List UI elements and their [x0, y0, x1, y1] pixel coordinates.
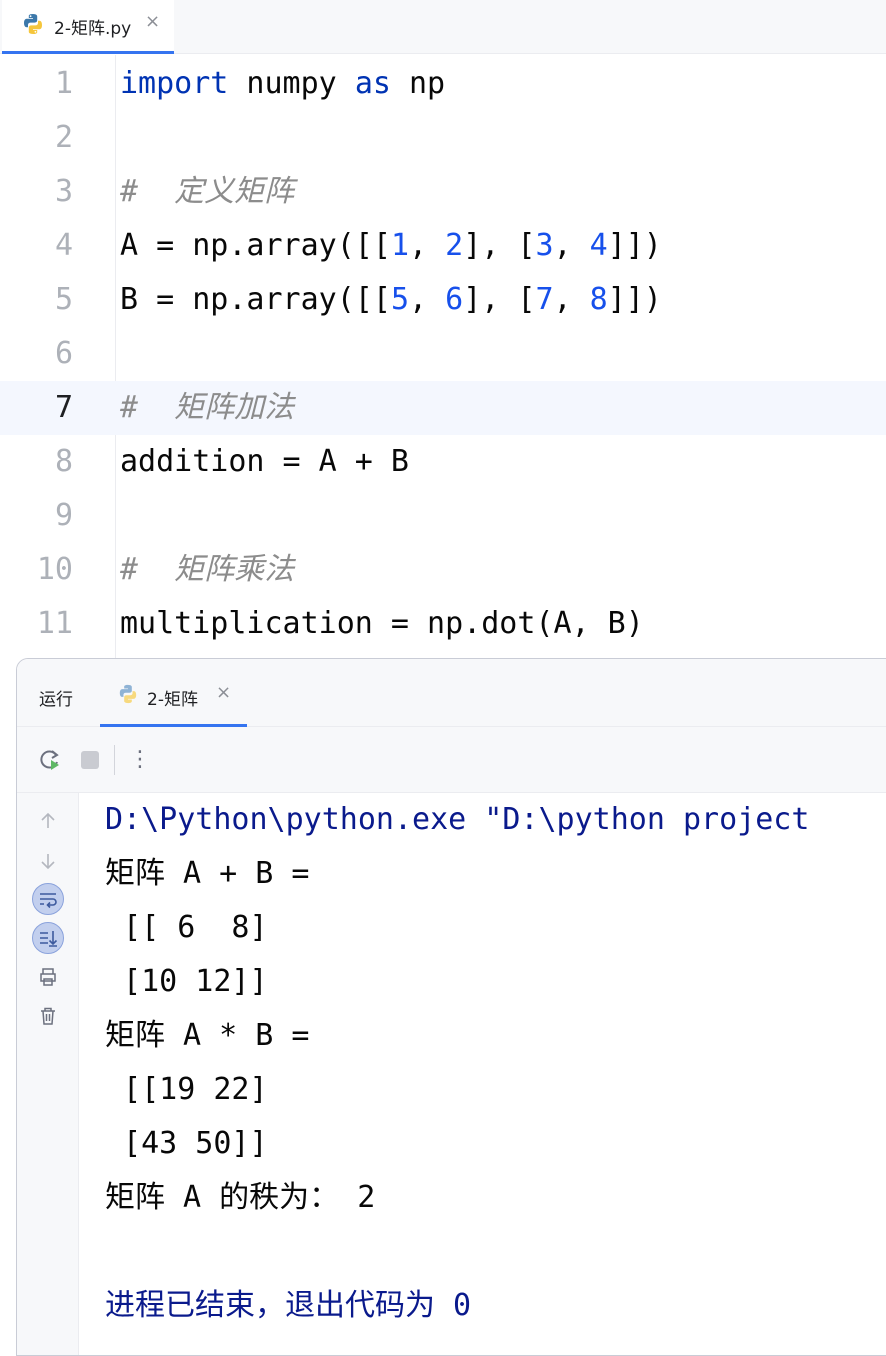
code-token: multiplication = np.dot(A, B) [120, 606, 644, 641]
code-token: 7 [535, 282, 554, 317]
code-token: 3 [535, 228, 554, 263]
code-token: 8 [589, 282, 608, 317]
more-options-icon[interactable]: ⋮ [129, 747, 151, 773]
code-token: # 矩阵乘法 [120, 552, 295, 587]
run-toolbar: ⋮ [17, 727, 886, 793]
line-number: 7 [54, 390, 73, 425]
code-line[interactable]: 8 addition = A + B [0, 435, 886, 489]
code-token: addition = A + B [120, 444, 409, 479]
code-token: as [354, 66, 391, 101]
code-token: , [553, 282, 590, 317]
code-token: numpy [228, 66, 355, 101]
python-icon [22, 13, 44, 39]
line-number: 11 [36, 606, 73, 641]
toolbar-separator [114, 745, 115, 775]
code-line[interactable]: 2 [0, 111, 886, 165]
arrow-up-icon[interactable] [32, 805, 64, 837]
code-line[interactable]: 11 multiplication = np.dot(A, B) [0, 597, 886, 651]
code-token: 2 [445, 228, 464, 263]
code-line[interactable]: 5B = np.array([[5, 6], [7, 8]]) [0, 273, 886, 327]
console-line: D:\Python\python.exe "D:\python project [105, 802, 810, 837]
arrow-down-icon[interactable] [32, 845, 64, 877]
editor-tab-label: 2-矩阵.py [54, 19, 132, 39]
code-text: multiplication = np.dot(A, B) [120, 606, 644, 642]
console-side-toolbar [17, 793, 79, 1355]
code-token: np [390, 66, 446, 101]
line-number: 10 [36, 552, 73, 587]
soft-wrap-icon[interactable] [32, 883, 64, 915]
code-token: ], [ [463, 282, 536, 317]
code-line[interactable]: 7 # 矩阵加法 [0, 381, 886, 435]
code-line[interactable]: 9 [0, 489, 886, 543]
run-tool-window: 运行 2-矩阵 × ⋮ D:\Python\python.exe "D:\pyt… [16, 658, 886, 1356]
console-output[interactable]: D:\Python\python.exe "D:\python project 矩… [105, 793, 886, 1355]
run-tab-bar: 运行 2-矩阵 × [17, 659, 886, 727]
code-token: 4 [589, 228, 608, 263]
console-line: 矩阵 A * B = [105, 1018, 310, 1053]
run-panel-title: 运行 [39, 690, 73, 710]
code-token: , [409, 228, 446, 263]
print-icon[interactable] [32, 961, 64, 993]
console-line: 进程已结束，退出代码为 0 [105, 1288, 472, 1323]
console-line: 矩阵 A + B = [105, 856, 310, 891]
close-icon[interactable]: × [216, 682, 231, 703]
console-line: 矩阵 A 的秩为： 2 [105, 1180, 376, 1215]
code-text: import numpy as np [120, 66, 445, 102]
code-line[interactable]: 10 # 矩阵乘法 [0, 543, 886, 597]
scroll-to-end-icon[interactable] [32, 922, 64, 954]
code-token: , [553, 228, 590, 263]
rerun-icon[interactable] [37, 747, 63, 773]
editor-tab-2-matrix-py[interactable]: 2-矩阵.py × [2, 0, 174, 54]
code-text: addition = A + B [120, 444, 409, 480]
code-editor[interactable]: 1 import numpy as np 2 3 # 定义矩阵 4 A = np.array… [0, 55, 886, 658]
run-tab-label: 2-矩阵 [147, 690, 198, 710]
code-token: ], [ [463, 228, 536, 263]
code-line[interactable]: 6 [0, 327, 886, 381]
code-token: 1 [390, 228, 409, 263]
line-number: 9 [54, 498, 73, 533]
code-token: # 矩阵加法 [120, 390, 295, 425]
editor-tab-bar: 2-矩阵.py × [0, 0, 886, 54]
code-text: # 矩阵乘法 [120, 552, 294, 588]
python-icon [118, 684, 138, 708]
console-line: [10 12]] [105, 964, 268, 999]
code-line[interactable]: 4A = np.array([[1, 2], [3, 4]]) [0, 219, 886, 273]
code-token: A = np.array([[ [120, 228, 391, 263]
code-token: B = np.array([[ [120, 282, 391, 317]
code-token: 5 [390, 282, 409, 317]
code-text: B = np.array([[5, 6], [7, 8]]) [120, 282, 662, 318]
line-number: 2 [54, 120, 73, 155]
code-line[interactable]: 3 # 定义矩阵 [0, 165, 886, 219]
code-text: # 定义矩阵 [120, 174, 294, 210]
code-token: 6 [445, 282, 464, 317]
line-number: 1 [54, 66, 73, 101]
stop-icon[interactable] [77, 747, 103, 773]
close-icon[interactable]: × [145, 11, 160, 32]
code-text: A = np.array([[1, 2], [3, 4]]) [120, 228, 662, 264]
line-number: 3 [54, 174, 73, 209]
trash-icon[interactable] [32, 1000, 64, 1032]
line-number: 4 [54, 228, 73, 263]
console-line: [43 50]] [105, 1126, 268, 1161]
code-text: # 矩阵加法 [120, 390, 294, 426]
line-number: 6 [54, 336, 73, 371]
code-token: ]]) [607, 228, 662, 263]
code-token: , [409, 282, 446, 317]
console-line: [[19 22] [105, 1072, 268, 1107]
line-number: 8 [54, 444, 73, 479]
run-tab-2-matrix[interactable]: 2-矩阵 × [100, 659, 247, 727]
code-token: import [120, 66, 229, 101]
code-line[interactable]: 1 import numpy as np [0, 57, 886, 111]
code-token: ]]) [607, 282, 662, 317]
code-token: # 定义矩阵 [120, 174, 295, 209]
line-number: 5 [54, 282, 73, 317]
console-line: [[ 6 8] [105, 910, 268, 945]
